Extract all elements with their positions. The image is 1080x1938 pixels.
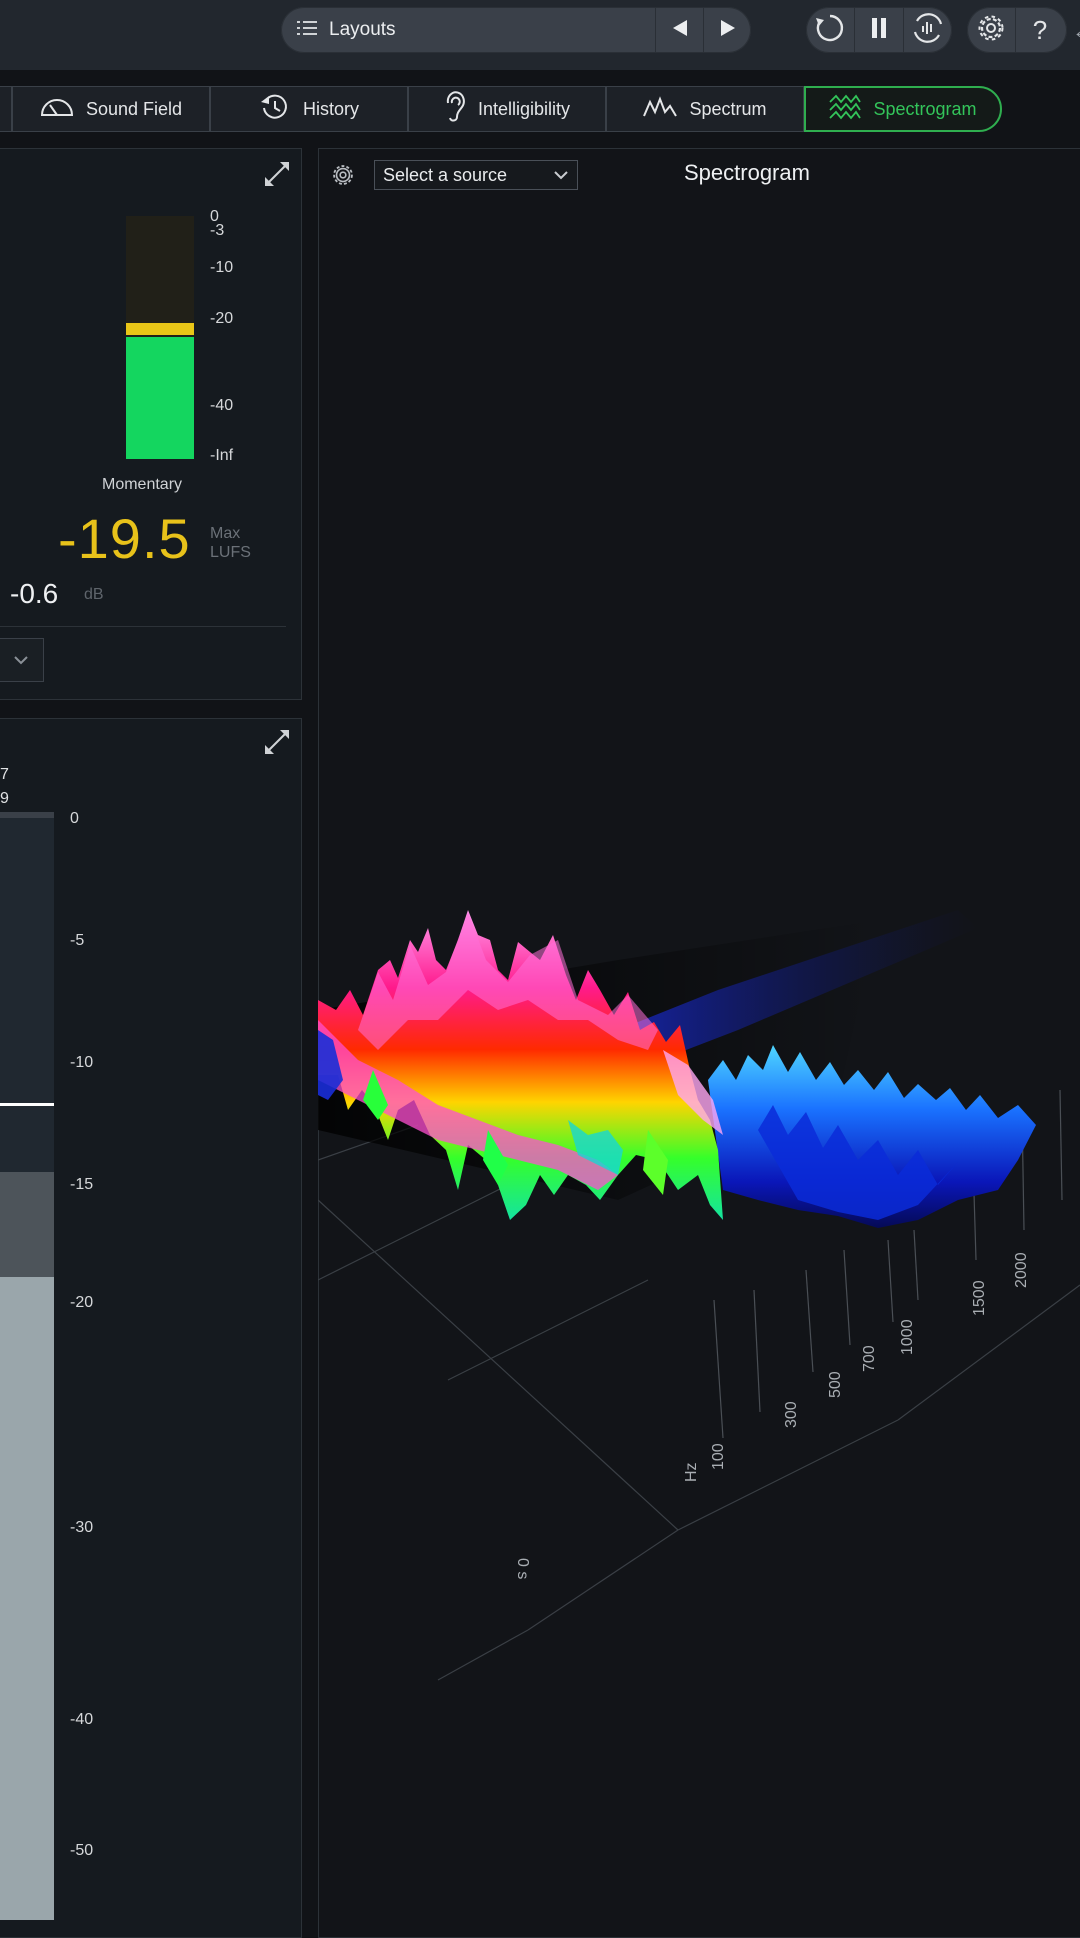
top-toolbar: Layouts ? — [0, 0, 1080, 70]
previous-layout-button[interactable] — [656, 7, 703, 53]
tab-label: Spectrogram — [873, 98, 977, 119]
tab-label: History — [302, 98, 359, 119]
transport-controls — [806, 7, 952, 53]
true-peak-value: -0.6 — [10, 578, 59, 609]
pause-button[interactable] — [855, 7, 903, 53]
ear-icon — [444, 90, 466, 128]
hz-tick-label: 1000 — [899, 1319, 916, 1355]
level-readout: 7 — [0, 766, 9, 783]
tab-previous-partial[interactable] — [0, 86, 12, 132]
hz-tick-label: 2000 — [1013, 1252, 1030, 1288]
expand-icon — [265, 162, 289, 190]
layouts-control: Layouts — [281, 7, 751, 53]
spectrogram-title: Spectrogram — [684, 160, 810, 185]
meter-tick: -10 — [210, 259, 234, 276]
level-tick: -40 — [70, 1711, 94, 1728]
time-axis-label: 0 s — [514, 1558, 531, 1579]
chevron-down-icon — [13, 653, 29, 671]
gear-icon — [330, 165, 356, 192]
tab-spectrum[interactable]: Spectrum — [606, 86, 804, 132]
meter-label: Momentary — [102, 476, 183, 493]
loudness-unit: Max LUFS — [210, 524, 251, 562]
level-bar-fill — [0, 1277, 54, 1920]
hz-unit-label: Hz — [683, 1462, 700, 1482]
layouts-button[interactable]: Layouts — [281, 7, 655, 53]
tab-history[interactable]: History — [210, 86, 408, 132]
expand-icon — [265, 730, 289, 758]
capture-icon — [911, 12, 945, 49]
meter-tick: -40 — [210, 397, 234, 414]
divider — [0, 626, 286, 627]
tab-spectrogram[interactable]: Spectrogram — [804, 86, 1002, 132]
next-icon — [719, 19, 737, 42]
capture-button[interactable] — [904, 7, 952, 53]
level-tick: -10 — [70, 1054, 94, 1071]
loop-icon — [814, 12, 846, 49]
help-icon: ? — [1032, 14, 1048, 45]
history-icon — [259, 92, 291, 127]
meter-tick: -20 — [210, 310, 234, 327]
spectrogram-3d-plot: 100 300 500 700 1000 1500 2000 Hz 0 s — [318, 910, 1080, 1681]
momentary-meter-fill — [126, 337, 194, 459]
source-select-label: Select a source — [383, 164, 508, 185]
spectrogram-icon — [829, 93, 862, 125]
loudness-value: -19.5 — [58, 507, 191, 570]
tab-sound-field[interactable]: Sound Field — [12, 86, 210, 132]
loudness-mode-dropdown[interactable] — [0, 638, 44, 682]
hz-tick-label: 500 — [827, 1371, 844, 1398]
tab-intelligibility[interactable]: Intelligibility — [408, 86, 606, 132]
tab-bar: Sound Field History Intelligibility Spec… — [0, 86, 1080, 132]
spectrogram-settings-button[interactable] — [330, 162, 356, 193]
hz-tick-label: 300 — [783, 1401, 800, 1428]
level-tick: -20 — [70, 1294, 94, 1311]
hz-tick-label: 100 — [710, 1443, 727, 1470]
overflow-arrow-icon: ← — [1072, 18, 1080, 44]
hz-tick-label: 700 — [861, 1345, 878, 1372]
prev-icon — [671, 19, 689, 42]
level-peak-marker — [0, 1103, 54, 1106]
spectrum-icon — [643, 95, 678, 123]
settings-button[interactable] — [967, 7, 1015, 53]
level-tick: -5 — [70, 932, 85, 949]
max-label: Max — [210, 525, 241, 542]
layouts-label: Layouts — [329, 19, 396, 40]
gear-icon — [975, 12, 1007, 49]
lufs-label: LUFS — [210, 544, 251, 561]
level-tick: -15 — [70, 1176, 94, 1193]
gauge-icon — [40, 97, 74, 122]
chevron-down-icon — [553, 165, 569, 186]
level-readout: 9 — [0, 790, 9, 807]
pause-icon — [870, 17, 888, 43]
loop-button[interactable] — [806, 7, 854, 53]
level-bar-peak-range — [0, 1172, 54, 1277]
level-bar-headroom — [0, 818, 54, 1172]
list-icon — [297, 19, 317, 42]
meter-tick: -Inf — [210, 447, 234, 464]
next-layout-button[interactable] — [704, 7, 751, 53]
meter-tick: -3 — [210, 222, 225, 239]
expand-loudness-button[interactable] — [265, 162, 289, 186]
expand-level-button[interactable] — [265, 730, 289, 754]
true-peak-unit: dB — [84, 586, 104, 603]
help-button[interactable]: ? — [1016, 7, 1064, 53]
level-tick: -50 — [70, 1842, 94, 1859]
hz-tick-label: 1500 — [971, 1280, 988, 1316]
tab-label: Intelligibility — [477, 98, 571, 119]
floor-grid — [318, 1124, 1080, 1681]
momentary-peak-hold — [126, 323, 194, 335]
level-tick: 0 — [70, 810, 79, 827]
settings-controls: ? — [967, 7, 1067, 53]
tab-label: Sound Field — [85, 98, 183, 119]
source-select[interactable]: Select a source — [374, 160, 578, 190]
level-tick: -30 — [70, 1519, 94, 1536]
tab-label: Spectrum — [689, 98, 767, 119]
